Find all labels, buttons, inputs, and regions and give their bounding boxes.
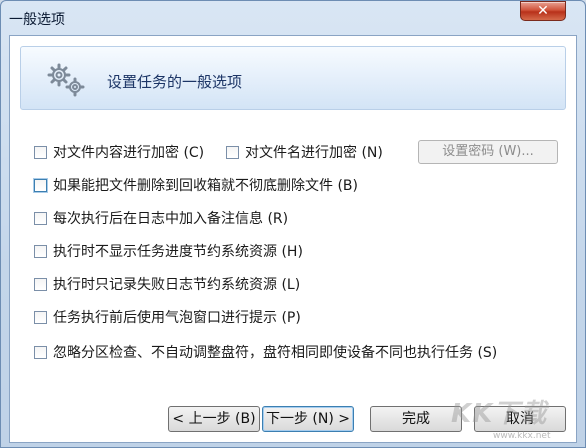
next-button[interactable]: 下一步 (N) > — [262, 406, 354, 432]
option-label: 每次执行后在日志中加入备注信息 (R) — [53, 211, 289, 227]
checkbox-box[interactable] — [34, 345, 47, 359]
option-label: 对文件内容进行加密 (C) — [53, 145, 205, 161]
hide-progress-checkbox[interactable]: 执行时不显示任务进度节约系统资源 (H) — [34, 241, 303, 261]
back-button[interactable]: < 上一步 (B) — [168, 406, 260, 432]
watermark-url: www.kkx.net — [493, 431, 551, 441]
option-label: 执行时不显示任务进度节约系统资源 (H) — [53, 244, 303, 260]
finish-button[interactable]: 完成 — [370, 406, 462, 432]
checkbox-box[interactable] — [34, 244, 47, 258]
option-label: 执行时只记录失败日志节约系统资源 (L) — [53, 277, 301, 293]
checkbox-box[interactable] — [34, 310, 47, 324]
close-button[interactable]: ✕ — [520, 1, 566, 21]
option-label: 对文件名进行加密 (N) — [245, 145, 383, 161]
option-label: 任务执行前后使用气泡窗口进行提示 (P) — [53, 310, 301, 326]
title-bar[interactable]: 一般选项 ✕ — [1, 1, 585, 35]
option-label: 如果能把文件删除到回收箱就不彻底删除文件 (B) — [53, 178, 358, 194]
checkbox-box[interactable] — [226, 145, 239, 159]
dialog-client-area: 设置任务的一般选项 对文件内容进行加密 (C) 对文件名进行加密 (N) 设置密… — [9, 35, 577, 443]
gears-icon — [47, 63, 85, 97]
log-remark-checkbox[interactable]: 每次执行后在日志中加入备注信息 (R) — [34, 208, 288, 228]
checkbox-box[interactable] — [34, 277, 47, 291]
dialog-window: 一般选项 ✕ 设置任务的一般选项 对文件内容进行加密 (C) 对文件名进行加密 … — [0, 0, 586, 448]
set-password-button[interactable]: 设置密码 (W)... — [418, 140, 558, 164]
close-icon: ✕ — [537, 3, 549, 19]
header-banner: 设置任务的一般选项 — [20, 46, 566, 110]
window-title: 一般选项 — [9, 12, 65, 28]
header-title: 设置任务的一般选项 — [107, 73, 243, 91]
bubble-notify-checkbox[interactable]: 任务执行前后使用气泡窗口进行提示 (P) — [34, 307, 301, 327]
checkbox-box[interactable] — [34, 178, 47, 192]
encrypt-content-checkbox[interactable]: 对文件内容进行加密 (C) — [34, 142, 204, 162]
option-label: 忽略分区检查、不自动调整盘符，盘符相同即使设备不同也执行任务 (S) — [53, 345, 498, 361]
encrypt-filename-checkbox[interactable]: 对文件名进行加密 (N) — [226, 142, 383, 162]
checkbox-box[interactable] — [34, 145, 47, 159]
ignore-partition-checkbox[interactable]: 忽略分区检查、不自动调整盘符，盘符相同即使设备不同也执行任务 (S) — [34, 342, 497, 362]
recycle-bin-checkbox[interactable]: 如果能把文件删除到回收箱就不彻底删除文件 (B) — [34, 175, 358, 195]
checkbox-box[interactable] — [34, 211, 47, 225]
failure-log-only-checkbox[interactable]: 执行时只记录失败日志节约系统资源 (L) — [34, 274, 300, 294]
